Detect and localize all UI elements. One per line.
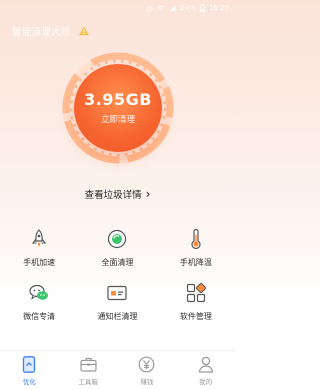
junk-size-value: 3.95GB (84, 90, 152, 109)
tool-label: 手机加速 (23, 258, 56, 267)
chevron-right-icon: › (145, 187, 151, 201)
tool-label: 软件管理 (179, 312, 212, 321)
clean-now-label: 立即清理 (100, 115, 135, 125)
phone-icon (20, 355, 38, 373)
tool-label: 全面清理 (101, 258, 134, 267)
status-bar: 24% 16:25 (0, 0, 235, 16)
tab-label: 赚钱 (140, 378, 154, 386)
toolbox-icon (79, 355, 97, 373)
wifi-icon (157, 5, 165, 10)
tool-wechat-clean[interactable]: 微信专清 (0, 282, 78, 322)
warning-icon[interactable] (79, 26, 89, 36)
tool-notification-clean[interactable]: 通知栏清理 (78, 282, 156, 322)
rocket-icon (28, 228, 50, 250)
junk-details-link[interactable]: 查看垃圾详情 › (0, 187, 235, 201)
storage-gauge: 3.95GB 立即清理 (62, 52, 174, 164)
yen-icon (138, 355, 156, 373)
tool-grid: 手机加速 全面清理 手机降温 微信专清 通知栏清理 软件管理 (0, 228, 235, 322)
notification-icon (106, 282, 128, 304)
app-title: 智能清理大师 (12, 27, 71, 38)
tab-label: 优化 (22, 378, 36, 386)
signal-icon (169, 5, 176, 11)
bottom-tab-bar: 优化 工具箱 赚钱 我的 (0, 350, 235, 390)
tool-phone-cooling[interactable]: 手机降温 (157, 228, 235, 268)
tool-label: 手机降温 (179, 258, 212, 267)
tab-label: 我的 (199, 378, 213, 386)
tab-earn[interactable]: 赚钱 (118, 351, 177, 390)
tab-label: 工具箱 (78, 378, 98, 386)
tool-label: 通知栏清理 (97, 312, 138, 321)
status-time: 16:25 (208, 4, 229, 12)
tool-phone-boost[interactable]: 手机加速 (0, 228, 78, 268)
thermometer-icon (185, 228, 207, 250)
tab-optimize[interactable]: 优化 (0, 351, 59, 390)
tab-me[interactable]: 我的 (176, 351, 235, 390)
battery-percent: 24% (180, 4, 196, 12)
tool-app-management[interactable]: 软件管理 (157, 282, 235, 322)
app-header: 智能清理大师 (12, 24, 89, 38)
clean-now-button[interactable]: 3.95GB 立即清理 (74, 64, 162, 152)
clean-icon (106, 228, 128, 250)
tab-toolbox[interactable]: 工具箱 (59, 351, 118, 390)
alarm-icon (146, 5, 153, 12)
junk-details-label: 查看垃圾详情 (84, 190, 142, 201)
tool-full-clean[interactable]: 全面清理 (78, 228, 156, 268)
battery-icon (199, 4, 205, 12)
user-icon (197, 355, 215, 373)
tool-label: 微信专清 (23, 312, 56, 321)
wechat-icon (28, 282, 50, 304)
apps-icon (185, 282, 207, 304)
